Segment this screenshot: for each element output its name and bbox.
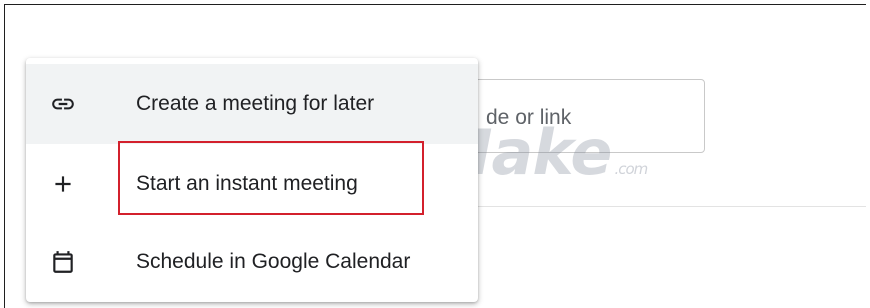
annotation-highlight-box — [118, 141, 424, 215]
plus-icon — [50, 171, 76, 197]
meeting-code-placeholder: de or link — [486, 106, 572, 129]
link-icon — [50, 91, 76, 117]
menu-item-schedule-calendar[interactable]: Schedule in Google Calendar — [26, 222, 478, 302]
menu-item-label: Create a meeting for later — [136, 92, 375, 115]
menu-item-label: Schedule in Google Calendar — [136, 250, 411, 273]
menu-item-create-later[interactable]: Create a meeting for later — [26, 64, 478, 144]
section-divider — [425, 206, 866, 207]
calendar-icon — [50, 249, 76, 275]
